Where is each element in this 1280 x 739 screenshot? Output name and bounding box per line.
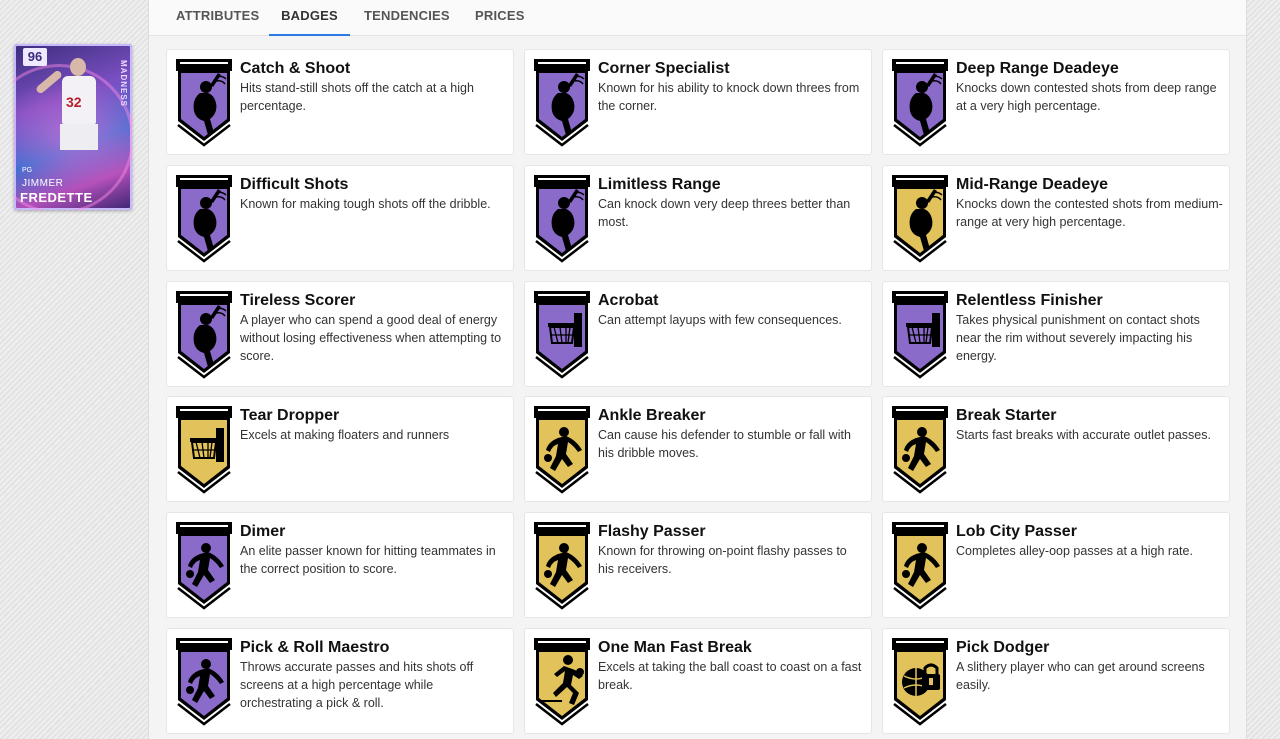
dribbler-icon bbox=[176, 638, 232, 726]
badge-card[interactable]: Acrobat Can attempt layups with few conse… bbox=[524, 281, 872, 387]
badge-description: A slithery player who can get around scr… bbox=[956, 660, 1205, 692]
badge-card[interactable]: Limitless Range Can knock down very deep … bbox=[524, 165, 872, 271]
badge-card[interactable]: Pick & Roll Maestro Throws accurate passe… bbox=[166, 628, 514, 734]
badge-description: Completes alley-oop passes at a high rat… bbox=[956, 544, 1193, 558]
badge-title: Acrobat bbox=[598, 292, 659, 309]
badge-title: Corner Specialist bbox=[598, 60, 730, 77]
hoop-icon bbox=[892, 291, 948, 379]
badge-title: Pick Dodger bbox=[956, 639, 1050, 656]
hoop-icon bbox=[176, 406, 232, 494]
runner-icon bbox=[534, 638, 590, 726]
badge-description: Knocks down the contested shots from med… bbox=[956, 197, 1223, 229]
badge-card[interactable]: Flashy Passer Known for throwing on-point… bbox=[524, 512, 872, 618]
badge-description: Starts fast breaks with accurate outlet … bbox=[956, 428, 1211, 442]
badge-description: Known for throwing on-point flashy passe… bbox=[598, 544, 847, 576]
badge-card[interactable]: Difficult Shots Known for making tough sh… bbox=[166, 165, 514, 271]
dribbler-icon bbox=[534, 406, 590, 494]
badge-card[interactable]: One Man Fast Break Excels at taking the b… bbox=[524, 628, 872, 734]
badge-description: Excels at taking the ball coast to coast… bbox=[598, 660, 862, 692]
badge-title: Tireless Scorer bbox=[240, 292, 356, 309]
tab-prices[interactable]: PRICES bbox=[475, 0, 525, 36]
badge-card[interactable]: Ankle Breaker Can cause his defender to s… bbox=[524, 396, 872, 502]
player-card[interactable]: 32 96 MADNESS PG JIMMER FREDETTE bbox=[14, 44, 132, 210]
jumpshot-icon bbox=[892, 175, 948, 263]
badge-title: Ankle Breaker bbox=[598, 407, 706, 424]
tab-bar: ATTRIBUTES BADGES TENDENCIES PRICES bbox=[149, 0, 1246, 36]
badge-title: Catch & Shoot bbox=[240, 60, 351, 77]
badge-title: Break Starter bbox=[956, 407, 1057, 424]
badges-panel: ATTRIBUTES BADGES TENDENCIES PRICES Catc… bbox=[148, 0, 1247, 739]
badge-card[interactable]: Tireless Scorer A player who can spend a … bbox=[166, 281, 514, 387]
badge-description: A player who can spend a good deal of en… bbox=[240, 313, 502, 363]
badge-description: Knocks down contested shots from deep ra… bbox=[956, 81, 1217, 113]
badge-title: Tear Dropper bbox=[240, 407, 340, 424]
tab-attributes[interactable]: ATTRIBUTES bbox=[176, 0, 259, 36]
badge-title: Flashy Passer bbox=[598, 523, 706, 540]
badge-description: An elite passer known for hitting teamma… bbox=[240, 544, 496, 576]
player-last-name: FREDETTE bbox=[20, 190, 93, 205]
badge-card[interactable]: Mid-Range Deadeye Knocks down the contest… bbox=[882, 165, 1230, 271]
badge-description: Known for his ability to knock down thre… bbox=[598, 81, 860, 113]
badge-title: Mid-Range Deadeye bbox=[956, 176, 1109, 193]
jumpshot-icon bbox=[534, 175, 590, 263]
tab-tendencies[interactable]: TENDENCIES bbox=[364, 0, 450, 36]
badge-description: Known for making tough shots off the dri… bbox=[240, 197, 491, 211]
badge-card[interactable]: Break Starter Starts fast breaks with acc… bbox=[882, 396, 1230, 502]
badge-title: Deep Range Deadeye bbox=[956, 60, 1119, 77]
badge-title: Dimer bbox=[240, 523, 286, 540]
badge-title: Pick & Roll Maestro bbox=[240, 639, 390, 656]
jumpshot-icon bbox=[534, 59, 590, 147]
lock-ball-icon bbox=[892, 638, 948, 726]
jumpshot-icon bbox=[176, 291, 232, 379]
badge-description: Hits stand-still shots off the catch at … bbox=[240, 81, 474, 113]
overall-rating: 96 bbox=[23, 48, 47, 66]
card-series-label: MADNESS bbox=[119, 60, 128, 108]
dribbler-icon bbox=[176, 522, 232, 610]
badge-card[interactable]: Catch & Shoot Hits stand-still shots off … bbox=[166, 49, 514, 155]
badge-card[interactable]: Relentless Finisher Takes physical punish… bbox=[882, 281, 1230, 387]
badge-card[interactable]: Pick Dodger A slithery player who can get… bbox=[882, 628, 1230, 734]
jumpshot-icon bbox=[176, 59, 232, 147]
badge-title: Relentless Finisher bbox=[956, 292, 1103, 309]
badge-card[interactable]: Deep Range Deadeye Knocks down contested … bbox=[882, 49, 1230, 155]
badge-card[interactable]: Corner Specialist Known for his ability t… bbox=[524, 49, 872, 155]
jumpshot-icon bbox=[892, 59, 948, 147]
badge-description: Can cause his defender to stumble or fal… bbox=[598, 428, 851, 460]
badge-title: One Man Fast Break bbox=[598, 639, 752, 656]
badge-card[interactable]: Dimer An elite passer known for hitting t… bbox=[166, 512, 514, 618]
dribbler-icon bbox=[892, 522, 948, 610]
jersey-number: 32 bbox=[66, 94, 82, 110]
player-first-name: JIMMER bbox=[22, 178, 64, 189]
player-card-column: 32 96 MADNESS PG JIMMER FREDETTE bbox=[14, 44, 132, 210]
badge-title: Difficult Shots bbox=[240, 176, 349, 193]
badge-title: Limitless Range bbox=[598, 176, 721, 193]
jumpshot-icon bbox=[176, 175, 232, 263]
badge-description: Takes physical punishment on contact sho… bbox=[956, 313, 1200, 363]
badge-description: Throws accurate passes and hits shots of… bbox=[240, 660, 474, 710]
badge-description: Excels at making floaters and runners bbox=[240, 428, 450, 442]
badge-card[interactable]: Lob City Passer Completes alley-oop passe… bbox=[882, 512, 1230, 618]
player-figure: 32 bbox=[34, 58, 102, 188]
hoop-icon bbox=[534, 291, 590, 379]
dribbler-icon bbox=[534, 522, 590, 610]
player-position: PG bbox=[22, 167, 33, 174]
dribbler-icon bbox=[892, 406, 948, 494]
badge-description: Can attempt layups with few consequences… bbox=[598, 313, 842, 327]
badge-title: Lob City Passer bbox=[956, 523, 1077, 540]
badge-description: Can knock down very deep threes better t… bbox=[598, 197, 851, 229]
badge-card[interactable]: Tear Dropper Excels at making floaters an… bbox=[166, 396, 514, 502]
tab-badges[interactable]: BADGES bbox=[269, 0, 350, 36]
